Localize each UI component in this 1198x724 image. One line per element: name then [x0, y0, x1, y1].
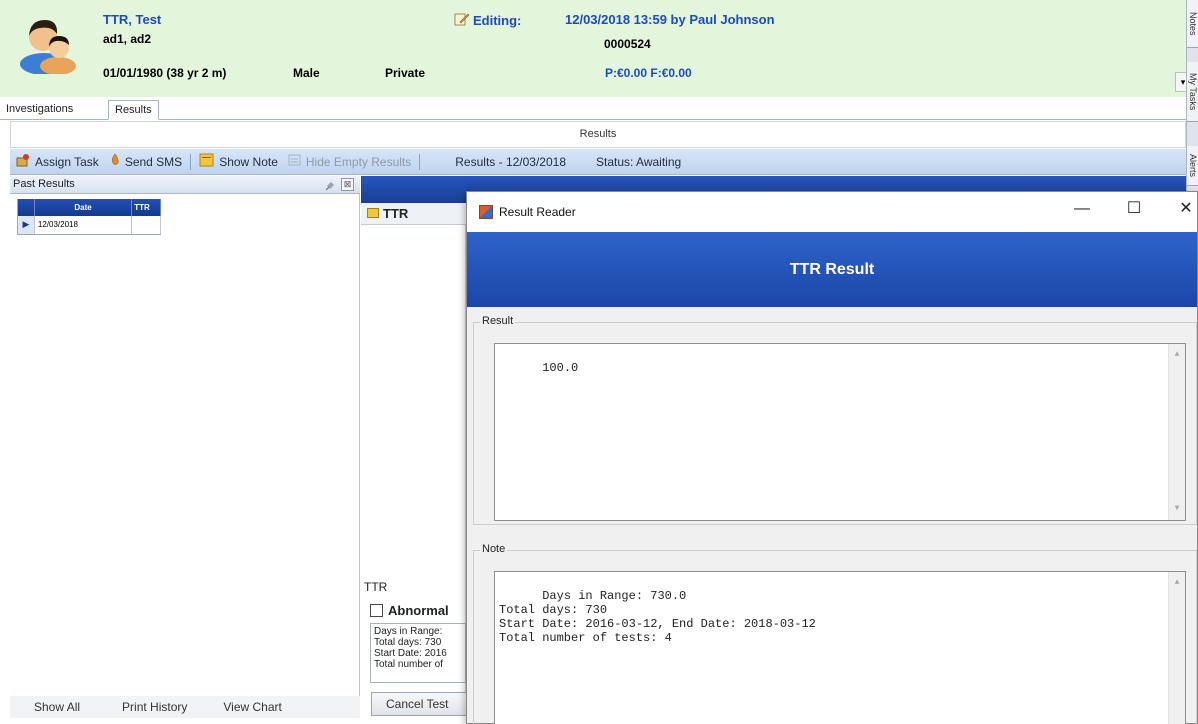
grid-header-ttr[interactable]: TTR	[132, 199, 161, 216]
past-results-grid: Date TTR ▶ 12/03/2018	[17, 199, 161, 235]
table-row[interactable]: ▶ 12/03/2018	[18, 216, 161, 235]
results-detail-panel: TTR TTR Abnormal Days in Range: Total da…	[361, 176, 467, 716]
close-button[interactable]: ✕	[1161, 192, 1198, 226]
tab-results[interactable]: Results	[108, 100, 159, 120]
result-group-label: Result	[480, 315, 516, 327]
results-toolbar: Assign Task Send SMS Show Note Hide Empt…	[10, 149, 1186, 175]
send-sms-button[interactable]: Send SMS	[104, 153, 187, 170]
patient-name: TTR, Test	[103, 12, 162, 27]
abnormal-label: Abnormal	[388, 603, 449, 618]
patient-id: 0000524	[604, 37, 651, 51]
cancel-test-button[interactable]: Cancel Test	[371, 692, 467, 716]
print-history-button[interactable]: Print History	[122, 700, 187, 714]
strip-tab-my-tasks[interactable]: My Tasks	[1187, 62, 1198, 122]
edit-icon	[454, 12, 470, 29]
result-value: 100.0	[542, 361, 579, 375]
show-note-label: Show Note	[219, 154, 278, 169]
ttr-row-label: TTR	[383, 206, 409, 221]
past-results-footer: Show All Print History View Chart	[10, 696, 360, 718]
pin-icon[interactable]	[324, 178, 338, 191]
toolbar-separator	[190, 153, 192, 170]
editing-indicator: Editing:	[454, 12, 521, 29]
strip-tab-alerts[interactable]: Alerts	[1187, 146, 1198, 186]
strip-tab-notes[interactable]: Notes	[1187, 0, 1198, 48]
show-all-button[interactable]: Show All	[34, 700, 80, 714]
toolbar-separator	[419, 153, 421, 170]
note-icon	[199, 153, 215, 170]
grid-selector-header	[18, 199, 35, 216]
grid-header-row: Date TTR	[18, 199, 161, 216]
note-line: Total days: 730	[374, 637, 442, 648]
note-groupbox: Note Days in Range: 730.0 Total days: 73…	[473, 543, 1197, 724]
past-results-title: Past Results	[13, 178, 75, 190]
patient-insurance: Private	[385, 66, 426, 80]
abnormal-checkbox[interactable]	[370, 604, 383, 617]
main-tabs: Investigations Results	[0, 98, 1186, 120]
dialog-banner: TTR Result	[467, 232, 1197, 307]
folder-icon	[367, 206, 379, 221]
hide-empty-icon	[288, 153, 302, 170]
hide-empty-results-button[interactable]: Hide Empty Results	[283, 153, 416, 170]
note-line: Total number of	[374, 659, 443, 670]
sms-icon	[109, 153, 121, 170]
dialog-title: Result Reader	[499, 205, 576, 219]
results-status-label: Status: Awaiting	[596, 154, 682, 169]
results-title: Results	[10, 121, 1186, 148]
results-grid-header	[361, 176, 466, 203]
note-group-label: Note	[480, 543, 508, 555]
minimize-button[interactable]: —	[1057, 192, 1107, 226]
patient-gender: Male	[293, 66, 320, 80]
patient-address: ad1, ad2	[103, 32, 152, 46]
send-sms-label: Send SMS	[124, 154, 183, 169]
note-scrollbar[interactable]: ▲	[1168, 572, 1185, 724]
note-line: Days in Range:	[374, 626, 443, 637]
ttr-note-preview[interactable]: Days in Range: Total days: 730 Start Dat…	[370, 623, 466, 683]
ttr-section-label: TTR	[364, 580, 388, 594]
hide-empty-label: Hide Empty Results	[305, 154, 412, 169]
grid-header-date[interactable]: Date	[35, 199, 133, 216]
editing-label: Editing:	[473, 13, 522, 28]
show-note-button[interactable]: Show Note	[194, 153, 283, 170]
row-selector-icon: ▶	[18, 216, 35, 234]
view-chart-button[interactable]: View Chart	[223, 700, 281, 714]
result-groupbox: Result 100.0 ▲ ▼	[473, 315, 1197, 525]
row-ttr	[132, 216, 161, 234]
assign-task-button[interactable]: Assign Task	[10, 153, 104, 170]
note-value: Days in Range: 730.0 Total days: 730 Sta…	[499, 589, 816, 645]
assign-task-icon	[15, 153, 31, 170]
row-date: 12/03/2018	[35, 216, 133, 234]
app-icon	[479, 205, 493, 219]
assign-task-label: Assign Task	[35, 154, 99, 169]
tab-investigations[interactable]: Investigations	[0, 100, 79, 120]
results-ttr-row[interactable]: TTR	[361, 203, 466, 225]
results-date-label: Results - 12/03/2018	[455, 154, 567, 169]
result-reader-dialog: Result Reader — ☐ ✕ TTR Result Result 10…	[466, 191, 1198, 724]
note-line: Start Date: 2016	[374, 648, 447, 659]
close-panel-icon[interactable]: ⊠	[341, 178, 354, 191]
abnormal-checkbox-row[interactable]: Abnormal	[370, 603, 449, 618]
note-textarea[interactable]: Days in Range: 730.0 Total days: 730 Sta…	[494, 571, 1186, 724]
patient-avatar-icon	[18, 12, 78, 75]
result-scrollbar[interactable]: ▲ ▼	[1168, 344, 1185, 520]
patient-dob: 01/01/1980 (38 yr 2 m)	[103, 66, 227, 80]
maximize-button[interactable]: ☐	[1109, 192, 1159, 226]
dialog-titlebar[interactable]: Result Reader — ☐ ✕	[467, 192, 1197, 232]
result-textarea[interactable]: 100.0 ▲ ▼	[494, 343, 1186, 521]
edit-info: 12/03/2018 13:59 by Paul Johnson	[565, 12, 775, 27]
past-results-header: Past Results ⊠	[10, 176, 360, 194]
patient-balance: P:€0.00 F:€0.00	[605, 66, 692, 80]
past-results-panel: Past Results ⊠ Date TTR ▶ 12/03/2018 Sho…	[10, 176, 360, 718]
